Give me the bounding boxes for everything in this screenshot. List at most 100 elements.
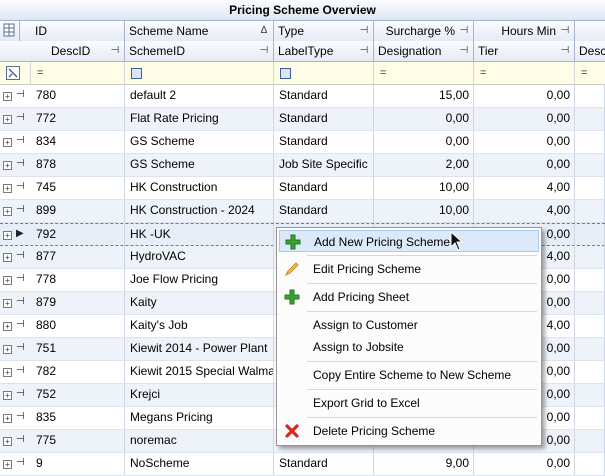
- cell-hours[interactable]: 0,00: [474, 453, 575, 475]
- cell-desc[interactable]: [575, 338, 605, 360]
- cell-name[interactable]: GS Scheme: [125, 154, 274, 176]
- cell-name[interactable]: Krejci: [125, 384, 274, 406]
- cell-id[interactable]: 899: [31, 200, 125, 222]
- cell-desc[interactable]: [575, 361, 605, 383]
- row-header[interactable]: + ⊣: [0, 384, 31, 406]
- cell-desc[interactable]: [575, 246, 605, 268]
- cell-id[interactable]: 752: [31, 384, 125, 406]
- expand-row-icon[interactable]: +: [3, 92, 12, 101]
- table-row[interactable]: + ⊣ 9 NoScheme Standard 9,00 0,00: [0, 453, 605, 476]
- expand-row-icon[interactable]: +: [3, 414, 12, 423]
- column-header-desc[interactable]: Desc: [575, 41, 605, 61]
- cell-surcharge[interactable]: 15,00: [374, 85, 474, 107]
- row-header[interactable]: + ⊣: [0, 338, 31, 360]
- expand-row-icon[interactable]: +: [3, 345, 12, 354]
- cell-desc[interactable]: [575, 315, 605, 337]
- cell-surcharge[interactable]: 10,00: [374, 177, 474, 199]
- cell-desc[interactable]: [575, 154, 605, 176]
- cell-id[interactable]: 834: [31, 131, 125, 153]
- cell-name[interactable]: default 2: [125, 85, 274, 107]
- row-header[interactable]: + ⊣: [0, 177, 31, 199]
- column-header-id[interactable]: ID: [31, 21, 125, 41]
- table-row[interactable]: + ⊣ 899 HK Construction - 2024 Standard 10,00…: [0, 200, 605, 223]
- menu-item-add-new-pricing-scheme[interactable]: Add New Pricing Scheme: [279, 230, 539, 252]
- cell-type[interactable]: Standard: [274, 177, 374, 199]
- column-header-scheme-name[interactable]: Scheme Name Δ: [125, 21, 274, 41]
- expand-row-icon[interactable]: +: [3, 253, 12, 262]
- row-header[interactable]: + ⊣: [0, 269, 31, 291]
- menu-item-delete-pricing-scheme[interactable]: Delete Pricing Scheme: [279, 420, 539, 442]
- cell-desc[interactable]: [575, 269, 605, 291]
- cell-name[interactable]: noremac: [125, 430, 274, 452]
- cell-desc[interactable]: [575, 85, 605, 107]
- cell-desc[interactable]: [575, 108, 605, 130]
- cell-name[interactable]: Kiewit 2015 Special Walmar: [125, 361, 274, 383]
- row-header[interactable]: + ⊣: [0, 292, 31, 314]
- cell-id[interactable]: 782: [31, 361, 125, 383]
- table-row[interactable]: + ⊣ 834 GS Scheme Standard 0,00 0,00: [0, 131, 605, 154]
- cell-type[interactable]: Standard: [274, 200, 374, 222]
- cell-type[interactable]: Standard: [274, 85, 374, 107]
- cell-type[interactable]: Standard: [274, 131, 374, 153]
- cell-name[interactable]: Flat Rate Pricing: [125, 108, 274, 130]
- row-header[interactable]: + ⊣: [0, 246, 31, 268]
- column-header-surcharge[interactable]: Surcharge % ⊣: [374, 21, 474, 41]
- column-header-hours-min[interactable]: Hours Min ⊣: [474, 21, 575, 41]
- filter-scheme-name[interactable]: [125, 62, 274, 84]
- cell-surcharge[interactable]: 2,00: [374, 154, 474, 176]
- cell-id[interactable]: 775: [31, 430, 125, 452]
- expand-row-icon[interactable]: +: [3, 460, 12, 469]
- cell-id[interactable]: 9: [31, 453, 125, 475]
- column-header-tier[interactable]: Tier ⊣: [474, 41, 575, 61]
- clear-filter-icon[interactable]: [0, 62, 31, 84]
- expand-row-icon[interactable]: +: [3, 138, 12, 147]
- cell-type[interactable]: Job Site Specific: [274, 154, 374, 176]
- cell-name[interactable]: Kaity: [125, 292, 274, 314]
- cell-id[interactable]: 745: [31, 177, 125, 199]
- cell-desc[interactable]: [575, 407, 605, 429]
- cell-hours[interactable]: 4,00: [474, 177, 575, 199]
- cell-desc[interactable]: [575, 430, 605, 452]
- row-header[interactable]: + ⊣: [0, 131, 31, 153]
- menu-item-export-grid-to-excel[interactable]: Export Grid to Excel: [279, 392, 539, 414]
- cell-name[interactable]: HK -UK: [125, 224, 274, 246]
- row-header[interactable]: + ⊣: [0, 407, 31, 429]
- cell-id[interactable]: 835: [31, 407, 125, 429]
- expand-row-icon[interactable]: +: [3, 368, 12, 377]
- cell-name[interactable]: Kaity's Job: [125, 315, 274, 337]
- cell-name[interactable]: HydroVAC: [125, 246, 274, 268]
- row-header[interactable]: + ⊣: [0, 430, 31, 452]
- expand-row-icon[interactable]: +: [3, 322, 12, 331]
- column-header-schemeid[interactable]: SchemeID ⊣: [125, 41, 274, 61]
- cell-name[interactable]: GS Scheme: [125, 131, 274, 153]
- row-header[interactable]: + ⊣: [0, 315, 31, 337]
- cell-hours[interactable]: 0,00: [474, 154, 575, 176]
- expand-row-icon[interactable]: +: [3, 391, 12, 400]
- cell-name[interactable]: Joe Flow Pricing: [125, 269, 274, 291]
- filter-id[interactable]: =: [31, 62, 125, 84]
- cell-desc[interactable]: [575, 200, 605, 222]
- cell-desc[interactable]: [575, 224, 605, 246]
- cell-hours[interactable]: 0,00: [474, 108, 575, 130]
- menu-item-edit-pricing-scheme[interactable]: Edit Pricing Scheme: [279, 258, 539, 280]
- cell-id[interactable]: 792: [31, 224, 125, 246]
- column-header-designation[interactable]: Designation ⊣: [374, 41, 474, 61]
- table-row[interactable]: + ⊣ 780 default 2 Standard 15,00 0,00: [0, 85, 605, 108]
- expand-row-icon[interactable]: +: [3, 437, 12, 446]
- column-header-labeltype[interactable]: LabelType ⊣: [274, 41, 374, 61]
- table-row[interactable]: + ⊣ 745 HK Construction Standard 10,00 4,00: [0, 177, 605, 200]
- menu-item-add-pricing-sheet[interactable]: Add Pricing Sheet: [279, 286, 539, 308]
- expand-row-icon[interactable]: +: [3, 115, 12, 124]
- cell-surcharge[interactable]: 10,00: [374, 200, 474, 222]
- cell-hours[interactable]: 0,00: [474, 85, 575, 107]
- cell-id[interactable]: 879: [31, 292, 125, 314]
- cell-desc[interactable]: [575, 292, 605, 314]
- cell-id[interactable]: 778: [31, 269, 125, 291]
- column-header-descid[interactable]: DescID ⊣: [31, 41, 125, 61]
- row-header[interactable]: + ⊣: [0, 85, 31, 107]
- filter-type[interactable]: [274, 62, 374, 84]
- table-row[interactable]: + ⊣ 878 GS Scheme Job Site Specific 2,00 0,00: [0, 154, 605, 177]
- cell-id[interactable]: 772: [31, 108, 125, 130]
- expand-row-icon[interactable]: +: [3, 231, 12, 240]
- row-header[interactable]: + ⊣: [0, 361, 31, 383]
